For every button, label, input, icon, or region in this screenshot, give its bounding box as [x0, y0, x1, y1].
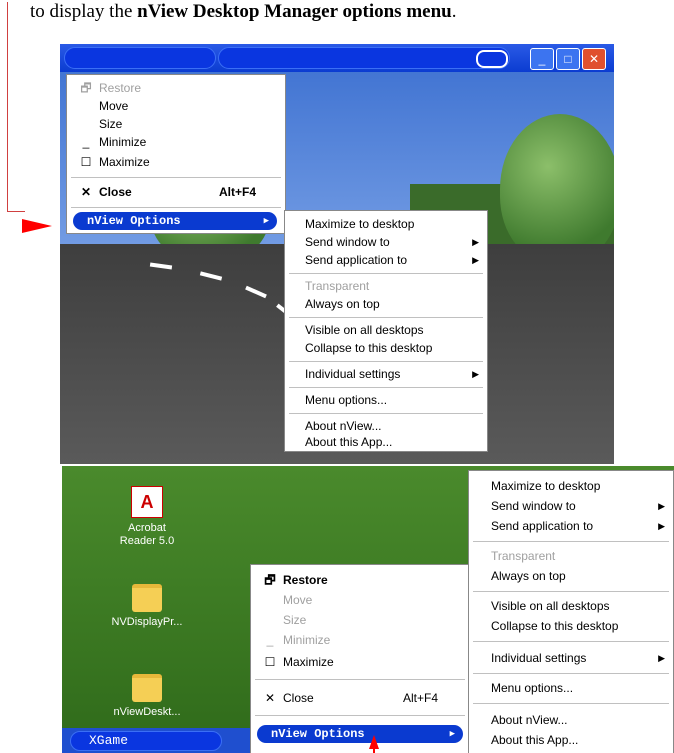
folder-icon: [132, 584, 162, 612]
menu-item-visible-on-all-desktops[interactable]: Visible on all desktops: [469, 597, 673, 615]
menu-item-nview-options[interactable]: nView Options ▶: [73, 212, 277, 230]
desktop-icon-nviewdeskt[interactable]: nViewDeskt...: [102, 674, 192, 719]
caption: to display the nView Desktop Manager opt…: [30, 0, 670, 24]
title-bar[interactable]: _ □ ✕: [60, 44, 614, 72]
menu-item-restore[interactable]: 🗗 Restore: [251, 571, 469, 589]
menu-item-menu-options[interactable]: Menu options...: [469, 679, 673, 697]
title-pill: [64, 47, 216, 69]
menu-item-nview-options[interactable]: nView Options ▶: [257, 725, 463, 743]
nview-title-icon[interactable]: [476, 50, 508, 68]
menu-item-close[interactable]: ✕ Close Alt+F4: [67, 183, 285, 201]
maximize-button[interactable]: □: [556, 48, 580, 70]
menu-item-maximize-to-desktop[interactable]: Maximize to desktop: [285, 215, 487, 233]
submenu-arrow-icon: ▶: [658, 521, 665, 531]
restore-icon: 🗗: [80, 81, 92, 95]
menu-separator: [289, 361, 483, 362]
submenu-arrow-icon: ▶: [449, 729, 455, 739]
title-pill: [218, 47, 510, 69]
submenu-arrow-icon: ▶: [658, 501, 665, 511]
menu-item-visible-on-all-desktops[interactable]: Visible on all desktops: [285, 321, 487, 339]
menu-separator: [289, 317, 483, 318]
menu-separator: [473, 541, 669, 542]
menu-item-about-this-app[interactable]: About this App...: [469, 731, 673, 749]
menu-item-individual-settings[interactable]: Individual settings ▶: [285, 365, 487, 383]
maximize-icon: ☐: [264, 655, 276, 669]
menu-item-transparent[interactable]: Transparent: [285, 277, 487, 295]
menu-item-maximize[interactable]: ☐ Maximize: [251, 653, 469, 671]
menu-separator: [473, 591, 669, 592]
pointer-arrow-right-icon: [22, 219, 52, 233]
menu-item-maximize[interactable]: ☐ Maximize: [67, 153, 285, 171]
menu-item-individual-settings[interactable]: Individual settings ▶: [469, 649, 673, 667]
menu-item-maximize-to-desktop[interactable]: Maximize to desktop: [469, 477, 673, 495]
close-icon: ✕: [264, 691, 276, 705]
desktop-icon-acrobat[interactable]: A Acrobat Reader 5.0: [102, 486, 192, 548]
menu-item-send-application-to[interactable]: Send application to ▶: [285, 251, 487, 269]
maximize-icon: ☐: [80, 155, 92, 169]
menu-item-close[interactable]: ✕ Close Alt+F4: [251, 689, 469, 707]
menu-item-collapse-to-this-desktop[interactable]: Collapse to this desktop: [469, 617, 673, 635]
menu-item-restore[interactable]: 🗗 Restore: [67, 79, 285, 97]
submenu-arrow-icon: ▶: [658, 653, 665, 663]
close-button[interactable]: ✕: [582, 48, 606, 70]
menu-item-about-nview[interactable]: About nView...: [469, 711, 673, 729]
menu-separator: [289, 413, 483, 414]
folder-icon: [132, 674, 162, 702]
menu-item-send-window-to[interactable]: Send window to ▶: [285, 233, 487, 251]
desktop-screenshot: A Acrobat Reader 5.0 NVDisplayPr... nVie…: [62, 466, 674, 753]
menu-item-move[interactable]: Move: [251, 591, 469, 609]
acrobat-icon: A: [131, 486, 163, 518]
menu-item-transparent[interactable]: Transparent: [469, 547, 673, 565]
menu-item-size[interactable]: Size: [251, 611, 469, 629]
menu-item-send-window-to[interactable]: Send window to ▶: [469, 497, 673, 515]
menu-item-send-application-to[interactable]: Send application to ▶: [469, 517, 673, 535]
desktop-icon-nvdisplay[interactable]: NVDisplayPr...: [102, 584, 192, 629]
pointer-arrow-stem: [373, 747, 375, 753]
system-menu: 🗗 Restore Move Size _ Minimize ☐ Maximiz…: [66, 74, 286, 234]
menu-item-always-on-top[interactable]: Always on top: [285, 295, 487, 313]
menu-separator: [255, 715, 465, 716]
menu-item-always-on-top[interactable]: Always on top: [469, 567, 673, 585]
menu-separator: [71, 177, 281, 178]
menu-item-minimize[interactable]: _ Minimize: [251, 631, 469, 649]
menu-item-minimize[interactable]: _ Minimize: [67, 133, 285, 151]
callout-line: [7, 2, 8, 212]
menu-item-about-this-app[interactable]: About this App...: [285, 433, 487, 451]
tree: [500, 114, 614, 264]
minimize-button[interactable]: _: [530, 48, 554, 70]
game-window-screenshot: _ □ ✕ 🗗 Restore Move Size _ Minimize ☐ M…: [60, 44, 614, 464]
nview-options-menu: Maximize to desktop Send window to ▶ Send…: [468, 470, 674, 753]
menu-separator: [473, 641, 669, 642]
minimize-icon: _: [82, 135, 90, 149]
restore-icon: 🗗: [264, 573, 276, 587]
taskbar-button-xgame[interactable]: XGame: [70, 731, 222, 751]
menu-separator: [473, 703, 669, 704]
menu-item-collapse-to-this-desktop[interactable]: Collapse to this desktop: [285, 339, 487, 357]
submenu-arrow-icon: ▶: [263, 216, 269, 226]
submenu-arrow-icon: ▶: [472, 237, 479, 247]
menu-item-menu-options[interactable]: Menu options...: [285, 391, 487, 409]
menu-separator: [71, 207, 281, 208]
close-icon: ✕: [80, 185, 92, 199]
system-menu: 🗗 Restore Move Size _ Minimize ☐ Maximize …: [250, 564, 470, 753]
nview-options-menu: Maximize to desktop Send window to ▶ Send…: [284, 210, 488, 452]
callout-line-h: [7, 211, 25, 212]
menu-item-move[interactable]: Move: [67, 97, 285, 115]
submenu-arrow-icon: ▶: [472, 255, 479, 265]
minimize-icon: _: [266, 633, 274, 647]
menu-separator: [289, 387, 483, 388]
caption-suffix: .: [451, 1, 457, 22]
menu-item-size[interactable]: Size: [67, 115, 285, 133]
menu-separator: [255, 679, 465, 680]
menu-separator: [289, 273, 483, 274]
submenu-arrow-icon: ▶: [472, 369, 479, 379]
caption-bold: nView Desktop Manager options menu: [137, 1, 452, 22]
menu-separator: [473, 673, 669, 674]
caption-prefix: to display the: [30, 1, 138, 22]
